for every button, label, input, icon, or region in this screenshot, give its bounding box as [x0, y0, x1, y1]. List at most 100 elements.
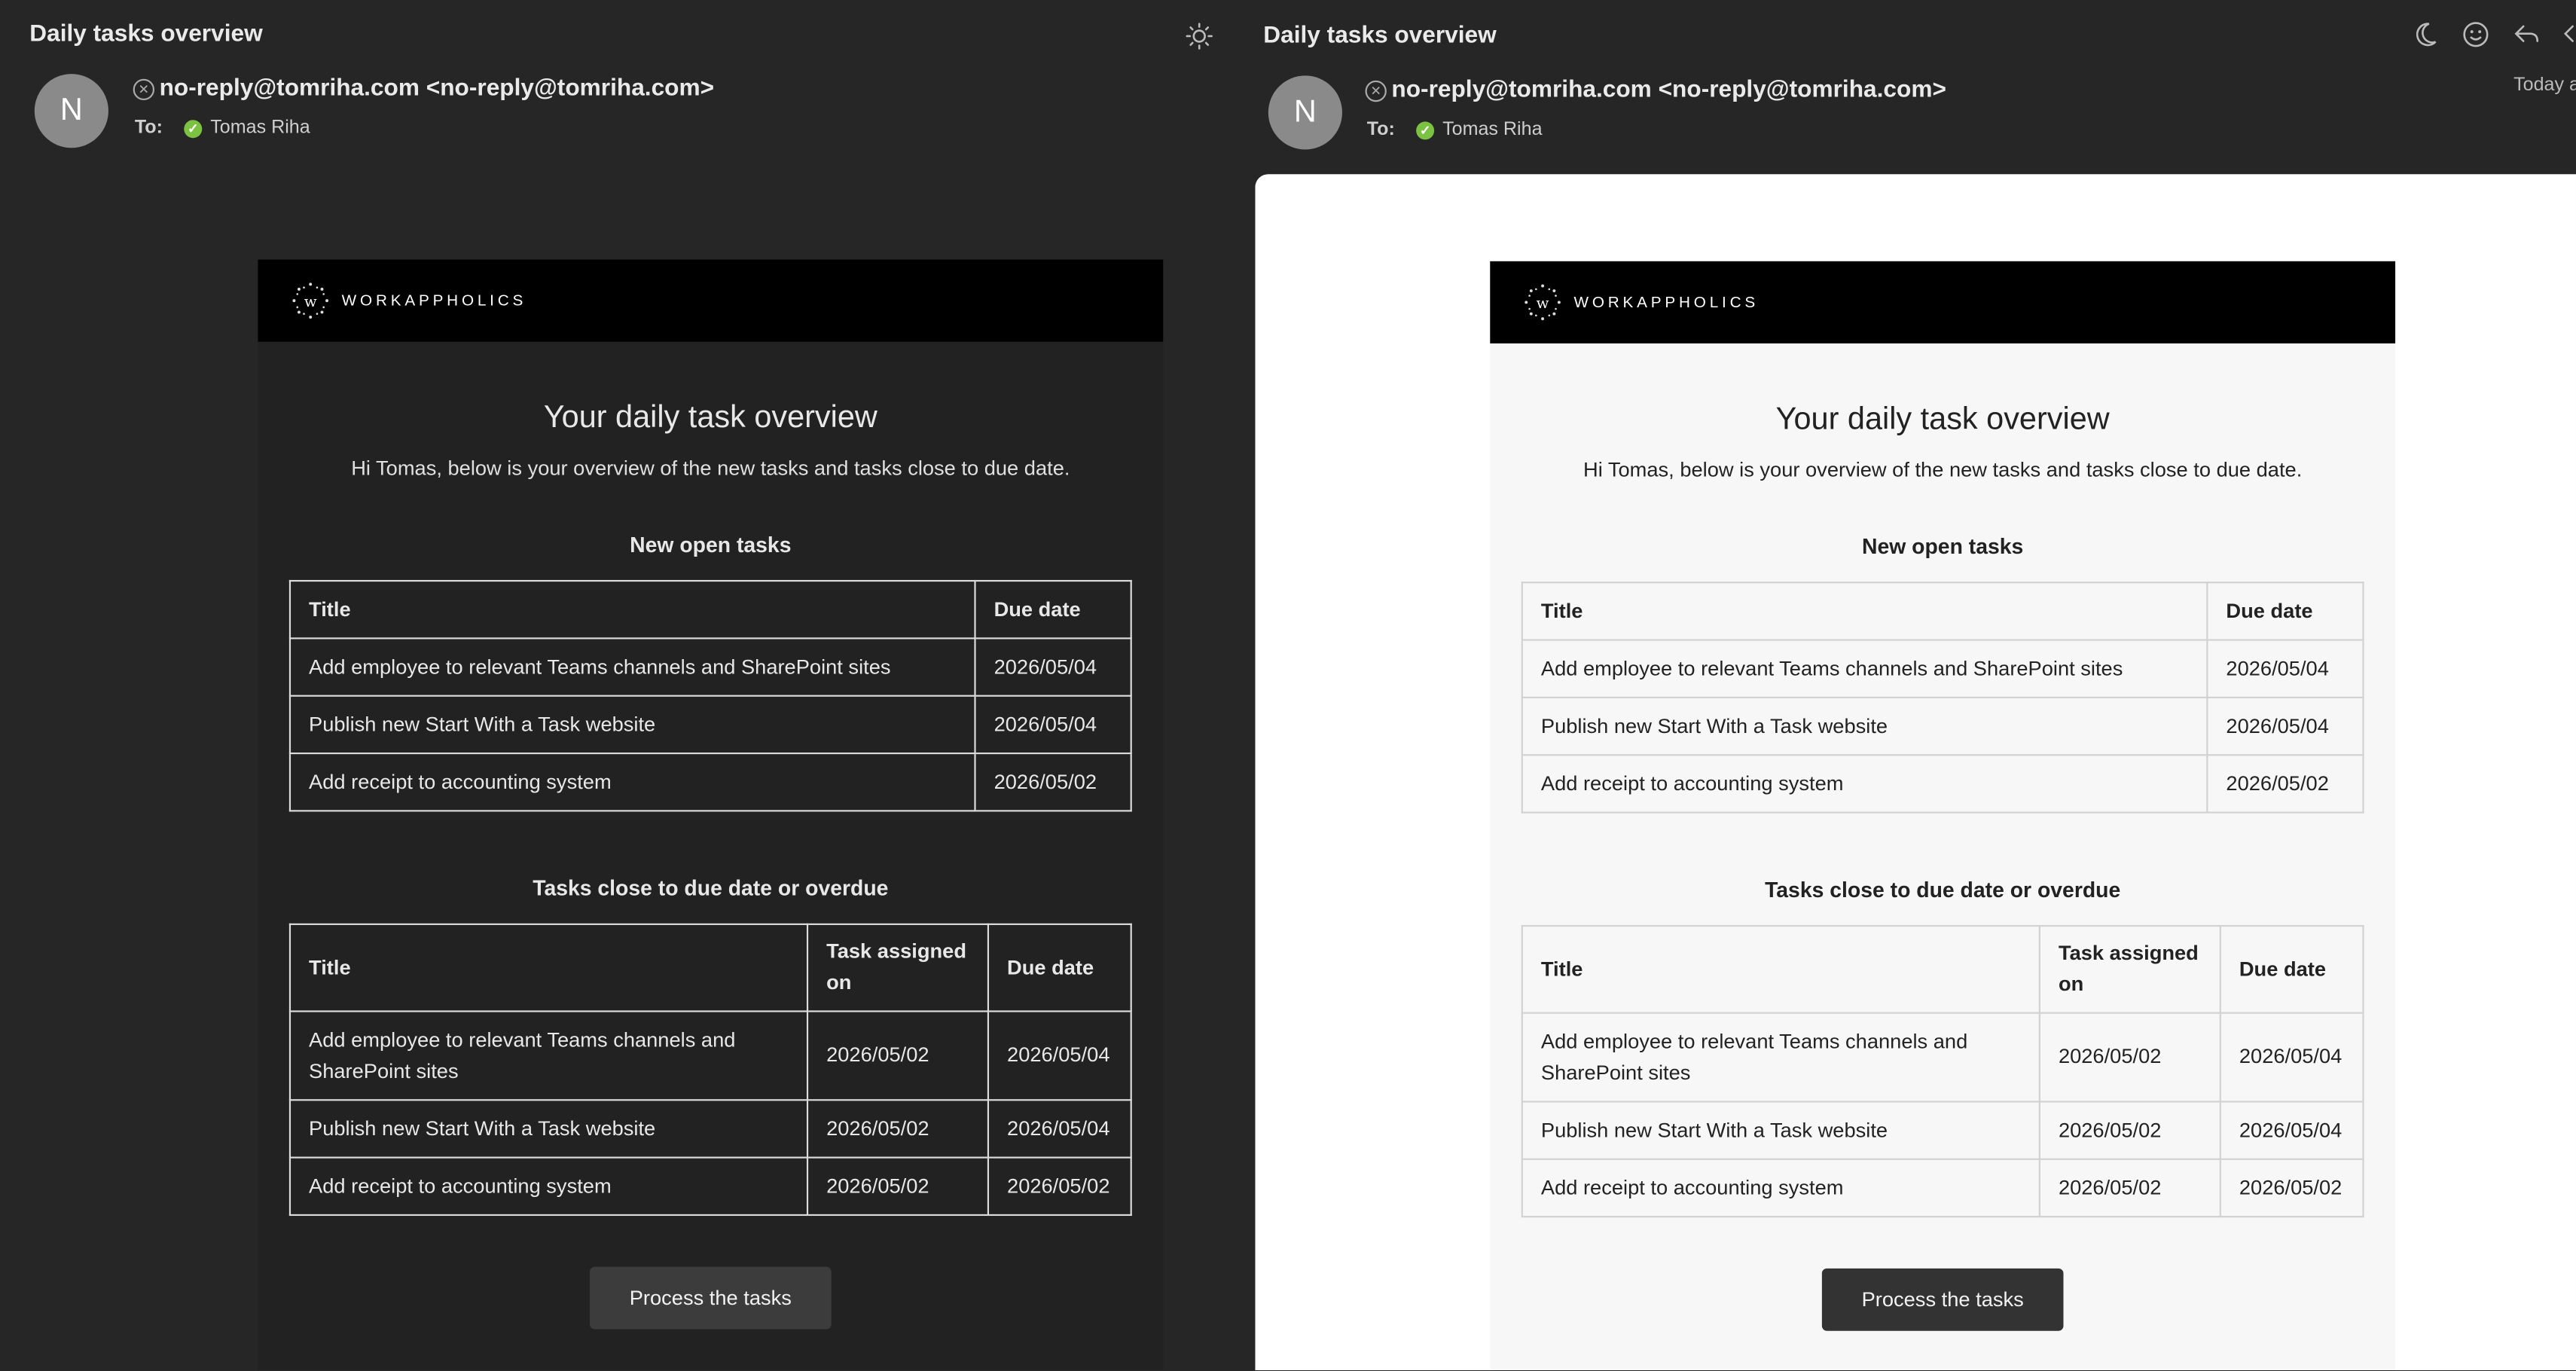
table-header-row: Title Due date	[1521, 582, 2364, 641]
to-label: To:	[1366, 120, 1395, 140]
table-row: Publish new Start With a Task website 20…	[1521, 696, 2364, 756]
table-row: Add employee to relevant Teams channels …	[288, 637, 1132, 697]
email-body: w WORKAPPHOLICS Your daily task overview…	[1490, 261, 2396, 1371]
task-due-date: 2026/05/02	[2206, 754, 2364, 814]
table-row: Add employee to relevant Teams channels …	[1521, 639, 2364, 698]
check-icon: ✓	[1416, 121, 1435, 139]
task-title: Add receipt to accounting system	[1521, 1158, 2040, 1218]
workappholics-logo-icon: w	[292, 282, 329, 319]
email-body: w WORKAPPHOLICS Your daily task overview…	[258, 259, 1164, 1371]
workappholics-logo-icon: w	[1525, 284, 1561, 321]
due-tasks-table: Title Task assigned on Due date Add empl…	[1521, 924, 2364, 1218]
column-header-title: Title	[1521, 582, 2208, 641]
button-wrapper: Process the tasks	[1490, 1268, 2395, 1331]
table-row: Add employee to relevant Teams channels …	[1521, 1012, 2364, 1103]
task-assigned-date: 2026/05/02	[806, 1156, 990, 1217]
task-title: Publish new Start With a Task website	[288, 1099, 809, 1159]
task-due-date: 2026/05/04	[974, 695, 1132, 755]
header-toolbar	[2410, 20, 2576, 49]
column-header-due-date: Due date	[974, 579, 1132, 640]
sun-icon[interactable]	[1185, 21, 1214, 50]
sender-avatar[interactable]: N	[1268, 75, 1342, 150]
table-row: Publish new Start With a Task website 20…	[288, 695, 1132, 755]
brand-name: WORKAPPHOLICS	[1573, 293, 1759, 312]
light-mode-pane: Daily tasks overview Today a N ✕ no-repl…	[1255, 0, 2576, 1371]
reply-icon[interactable]	[2512, 20, 2541, 49]
table-row: Publish new Start With a Task website 20…	[288, 1099, 1132, 1159]
column-header-due-date: Due date	[2206, 582, 2364, 641]
task-title: Add employee to relevant Teams channels …	[288, 637, 976, 697]
task-title: Add employee to relevant Teams channels …	[288, 1010, 809, 1101]
remove-icon: ✕	[133, 78, 155, 99]
task-title: Add receipt to accounting system	[288, 1156, 809, 1217]
dark-mode-pane: Daily tasks overview N ✕ no-reply@tomrih…	[0, 0, 1257, 1371]
received-timestamp: Today a	[2513, 75, 2576, 96]
table-row: Add employee to relevant Teams channels …	[288, 1010, 1132, 1101]
table-header-row: Title Task assigned on Due date	[1521, 924, 2364, 1014]
email-subject: Daily tasks overview	[1263, 23, 1497, 50]
column-header-title: Title	[288, 923, 809, 1012]
moon-icon[interactable]	[2410, 20, 2440, 49]
email-header-bar: w WORKAPPHOLICS	[1490, 261, 2396, 344]
new-tasks-heading: New open tasks	[630, 532, 792, 557]
email-title: Your daily task overview	[1775, 402, 2110, 438]
task-due-date: 2026/05/02	[987, 1156, 1132, 1217]
column-header-due-date: Due date	[2219, 924, 2364, 1014]
task-title: Publish new Start With a Task website	[1521, 696, 2208, 756]
recipient-name[interactable]: Tomas Riha	[210, 118, 310, 138]
task-due-date: 2026/05/04	[987, 1099, 1132, 1159]
task-due-date: 2026/05/04	[974, 637, 1132, 697]
emoji-icon[interactable]	[2461, 20, 2490, 49]
button-wrapper: Process the tasks	[258, 1266, 1163, 1330]
recipient-row: To: ✓ Tomas Riha	[1367, 120, 1543, 139]
column-header-title: Title	[1521, 924, 2040, 1014]
screenshot-root: Daily tasks overview N ✕ no-reply@tomrih…	[0, 0, 2576, 1371]
sender-text: no-reply@tomriha.com <no-reply@tomriha.c…	[159, 75, 715, 102]
table-row: Add receipt to accounting system 2026/05…	[288, 752, 1132, 812]
task-title: Publish new Start With a Task website	[288, 695, 976, 755]
task-due-date: 2026/05/04	[2219, 1101, 2364, 1160]
svg-text:w: w	[1537, 295, 1549, 312]
table-row: Add receipt to accounting system 2026/05…	[288, 1156, 1132, 1217]
email-intro: Hi Tomas, below is your overview of the …	[351, 456, 1070, 480]
task-title: Add employee to relevant Teams channels …	[1521, 639, 2208, 698]
due-tasks-heading: Tasks close to due date or overdue	[1765, 877, 2121, 902]
task-title: Add receipt to accounting system	[288, 752, 976, 812]
task-assigned-date: 2026/05/02	[2038, 1158, 2221, 1218]
recipient-row: To: ✓ Tomas Riha	[135, 118, 310, 138]
table-row: Add receipt to accounting system 2026/05…	[1521, 754, 2364, 814]
sender-avatar[interactable]: N	[34, 74, 108, 148]
sender-text: no-reply@tomriha.com <no-reply@tomriha.c…	[1391, 77, 1946, 104]
task-due-date: 2026/05/04	[2206, 696, 2364, 756]
task-due-date: 2026/05/02	[2219, 1158, 2364, 1218]
new-tasks-table: Title Due date Add employee to relevant …	[1521, 582, 2364, 814]
column-header-title: Title	[288, 579, 976, 640]
task-assigned-date: 2026/05/02	[806, 1099, 990, 1159]
column-header-assigned-on: Task assigned on	[806, 923, 990, 1012]
sender-address[interactable]: ✕ no-reply@tomriha.com <no-reply@tomriha…	[133, 75, 714, 102]
task-assigned-date: 2026/05/02	[2038, 1101, 2221, 1160]
process-tasks-button[interactable]: Process the tasks	[590, 1266, 832, 1330]
task-assigned-date: 2026/05/02	[2038, 1012, 2221, 1103]
task-due-date: 2026/05/04	[2219, 1012, 2364, 1103]
reply-all-icon[interactable]	[2563, 20, 2576, 49]
column-header-assigned-on: Task assigned on	[2038, 924, 2221, 1014]
new-tasks-heading: New open tasks	[1861, 533, 2024, 559]
process-tasks-button[interactable]: Process the tasks	[1821, 1268, 2064, 1331]
email-subject: Daily tasks overview	[29, 21, 263, 48]
due-tasks-heading: Tasks close to due date or overdue	[533, 875, 889, 901]
due-tasks-table: Title Task assigned on Due date Add empl…	[288, 923, 1132, 1217]
task-title: Add employee to relevant Teams channels …	[1521, 1012, 2040, 1103]
table-row: Publish new Start With a Task website 20…	[1521, 1101, 2364, 1160]
sender-address[interactable]: ✕ no-reply@tomriha.com <no-reply@tomriha…	[1365, 77, 1946, 104]
brand-name: WORKAPPHOLICS	[341, 292, 527, 310]
task-due-date: 2026/05/04	[987, 1010, 1132, 1101]
check-icon: ✓	[184, 119, 203, 138]
remove-icon: ✕	[1365, 79, 1387, 102]
svg-text:w: w	[304, 293, 317, 310]
email-intro: Hi Tomas, below is your overview of the …	[1583, 458, 2303, 482]
task-assigned-date: 2026/05/02	[806, 1010, 990, 1101]
task-due-date: 2026/05/04	[2206, 639, 2364, 698]
recipient-name[interactable]: Tomas Riha	[1442, 120, 1542, 139]
email-header-bar: w WORKAPPHOLICS	[258, 259, 1164, 342]
